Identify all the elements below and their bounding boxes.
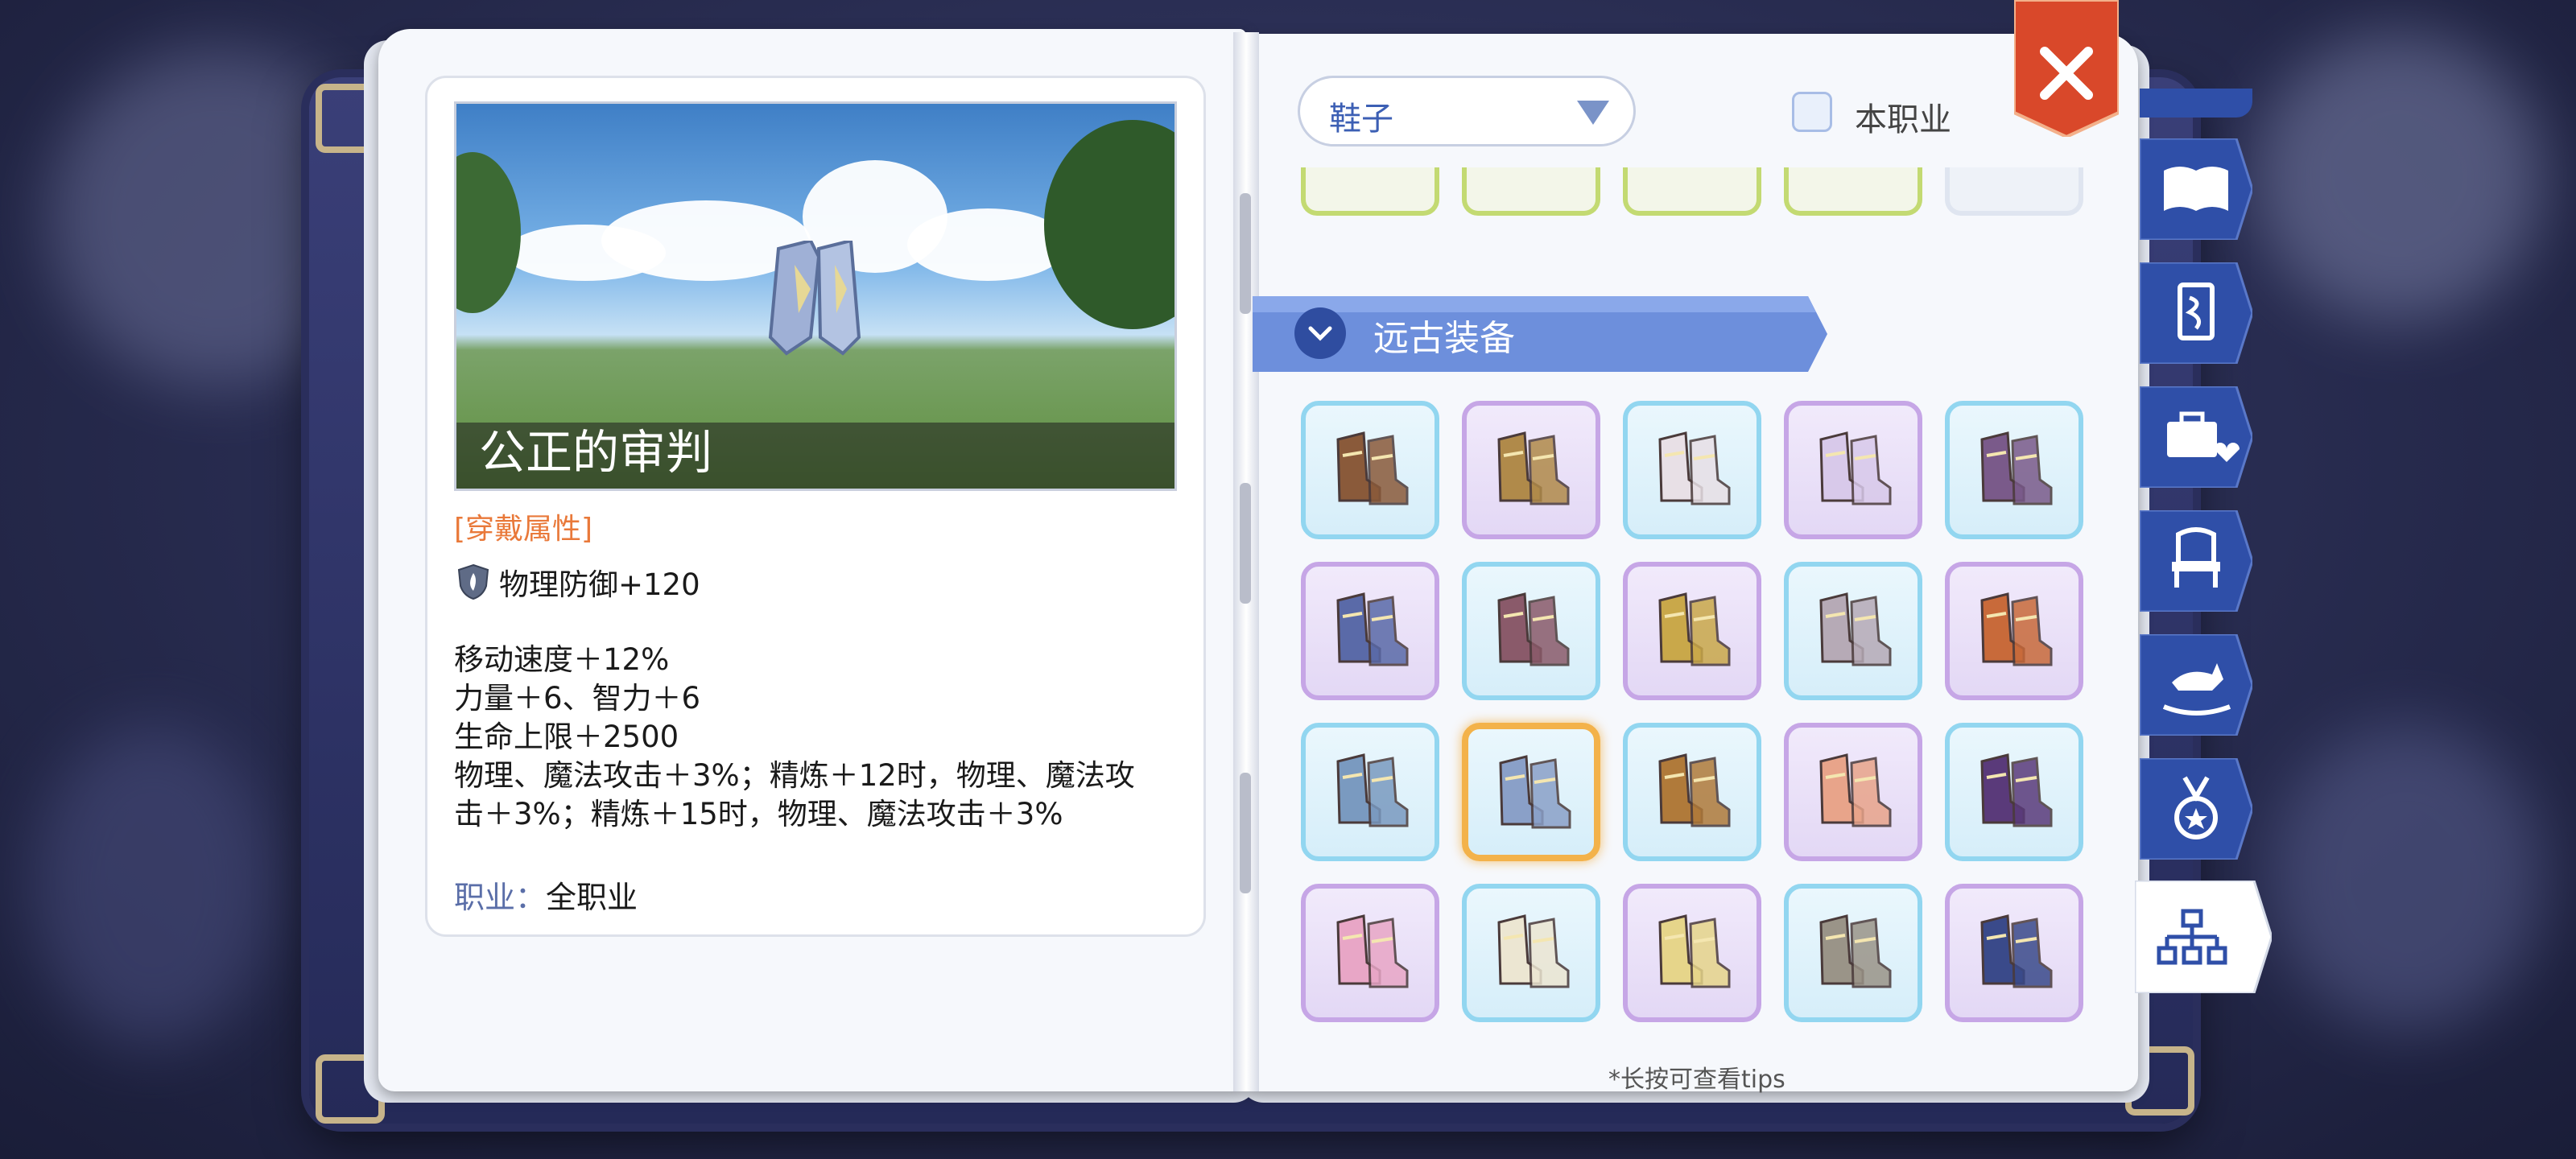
equipment-slot[interactable] [1784, 401, 1922, 539]
close-button[interactable] [2014, 0, 2119, 137]
effect-line: 力量＋6、智力＋6 [454, 681, 701, 716]
side-tab-toolbox[interactable] [2140, 386, 2252, 488]
item-preview-image: 公正的审判 [454, 101, 1177, 491]
equipment-slot[interactable] [1462, 723, 1600, 861]
equipment-slot[interactable] [1945, 562, 2083, 700]
effect-line: 击＋3%；精炼＋15时，物理、魔法攻击＋3% [454, 797, 1063, 831]
boots-flame-icon [1980, 592, 2053, 666]
list-item-partial[interactable] [1623, 167, 1761, 216]
equipment-slot[interactable] [1623, 401, 1761, 539]
list-item-partial[interactable] [1462, 167, 1600, 216]
equipment-slot[interactable] [1462, 884, 1600, 1022]
section-title: 远古装备 [1373, 318, 1515, 359]
side-tab-rocking-horse[interactable] [2140, 634, 2252, 736]
shield-icon [457, 563, 489, 600]
own-class-label: 本职业 [1855, 101, 1951, 138]
boots-gold-icon [1497, 431, 1570, 505]
boots-dark-violet-icon [1980, 753, 2053, 827]
item-effects: 移动速度＋12% 力量＋6、智力＋6 生命上限＋2500 物理、魔法攻击＋3%；… [454, 641, 1179, 834]
equipment-slot[interactable] [1945, 723, 2083, 861]
boots-gold-armor-icon [1658, 592, 1731, 666]
equipment-slot[interactable] [1462, 401, 1600, 539]
side-tab-medal[interactable] [2140, 758, 2252, 860]
boots-maroon-icon [1497, 592, 1570, 666]
boots-silver-icon [1819, 592, 1892, 666]
equipment-slot[interactable] [1945, 884, 2083, 1022]
boots-judgment-icon [1499, 755, 1571, 829]
judgment-boots-preview-icon [768, 241, 861, 356]
equipment-slot[interactable] [1301, 562, 1439, 700]
equipment-slot[interactable] [1623, 884, 1761, 1022]
base-stat-text: 物理防御+120 [499, 567, 700, 602]
side-tab-partial[interactable] [2140, 89, 2252, 118]
list-item-partial[interactable] [1945, 167, 2083, 216]
boots-blue-flame-icon [1336, 592, 1409, 666]
boots-brown-icon [1336, 431, 1409, 505]
job-row: 职业：全职业 [454, 872, 638, 917]
equipment-slot[interactable] [1301, 401, 1439, 539]
side-tab-chair[interactable] [2140, 510, 2252, 612]
equipment-slot[interactable] [1784, 723, 1922, 861]
dropdown-arrow-icon [1577, 101, 1609, 125]
side-tab-book[interactable] [2140, 138, 2252, 240]
item-name: 公正的审判 [479, 425, 713, 480]
job-value: 全职业 [546, 880, 638, 915]
side-tab-card[interactable] [2140, 262, 2252, 364]
base-stat-row: 物理防御+120 [456, 560, 700, 604]
heels-white-icon [1658, 431, 1731, 505]
list-item-partial[interactable] [1784, 167, 1922, 216]
equipment-slot[interactable] [1945, 401, 2083, 539]
equipment-slot[interactable] [1784, 884, 1922, 1022]
heels-ivory-icon [1497, 914, 1570, 988]
boots-ice-icon [1336, 753, 1409, 827]
spine-clip [1240, 773, 1251, 893]
boots-navy-icon [1980, 914, 2053, 988]
effect-line: 物理、魔法攻击＋3%；精炼＋12时，物理、魔法攻 [454, 758, 1135, 793]
background-blur [32, 724, 274, 1046]
background-blur [2254, 32, 2544, 322]
boots-rose-icon [1819, 753, 1892, 827]
dropdown-selected-value: 鞋子 [1329, 101, 1393, 138]
equipment-slot[interactable] [1623, 723, 1761, 861]
heels-crystal-icon [1819, 431, 1892, 505]
own-class-checkbox[interactable] [1792, 92, 1832, 132]
effect-line: 生命上限＋2500 [454, 720, 679, 754]
long-press-hint: *长按可查看tips [1608, 1066, 1785, 1094]
background-blur [2270, 724, 2544, 1030]
boots-pink-icon [1336, 914, 1409, 988]
spine-clip [1240, 193, 1251, 314]
equipment-type-dropdown[interactable]: 鞋子 [1298, 76, 1636, 146]
equipment-slot[interactable] [1301, 884, 1439, 1022]
equipment-slot[interactable] [1301, 723, 1439, 861]
effect-line: 移动速度＋12% [454, 642, 670, 677]
equipment-slot[interactable] [1462, 562, 1600, 700]
book-icon [2164, 167, 2228, 211]
heels-gold-icon [1658, 914, 1731, 988]
list-item-partial[interactable] [1301, 167, 1439, 216]
equipment-slot[interactable] [1784, 562, 1922, 700]
boots-grey-icon [1819, 914, 1892, 988]
side-tab-hierarchy[interactable] [2135, 881, 2272, 993]
boots-violet-icon [1980, 431, 2053, 505]
collapse-chevron-icon[interactable] [1294, 307, 1346, 359]
spine-clip [1240, 483, 1251, 604]
wear-attributes-header: [穿戴属性] [454, 513, 593, 546]
equipment-slot[interactable] [1623, 562, 1761, 700]
job-label: 职业： [454, 880, 547, 915]
boots-tan-icon [1658, 753, 1731, 827]
